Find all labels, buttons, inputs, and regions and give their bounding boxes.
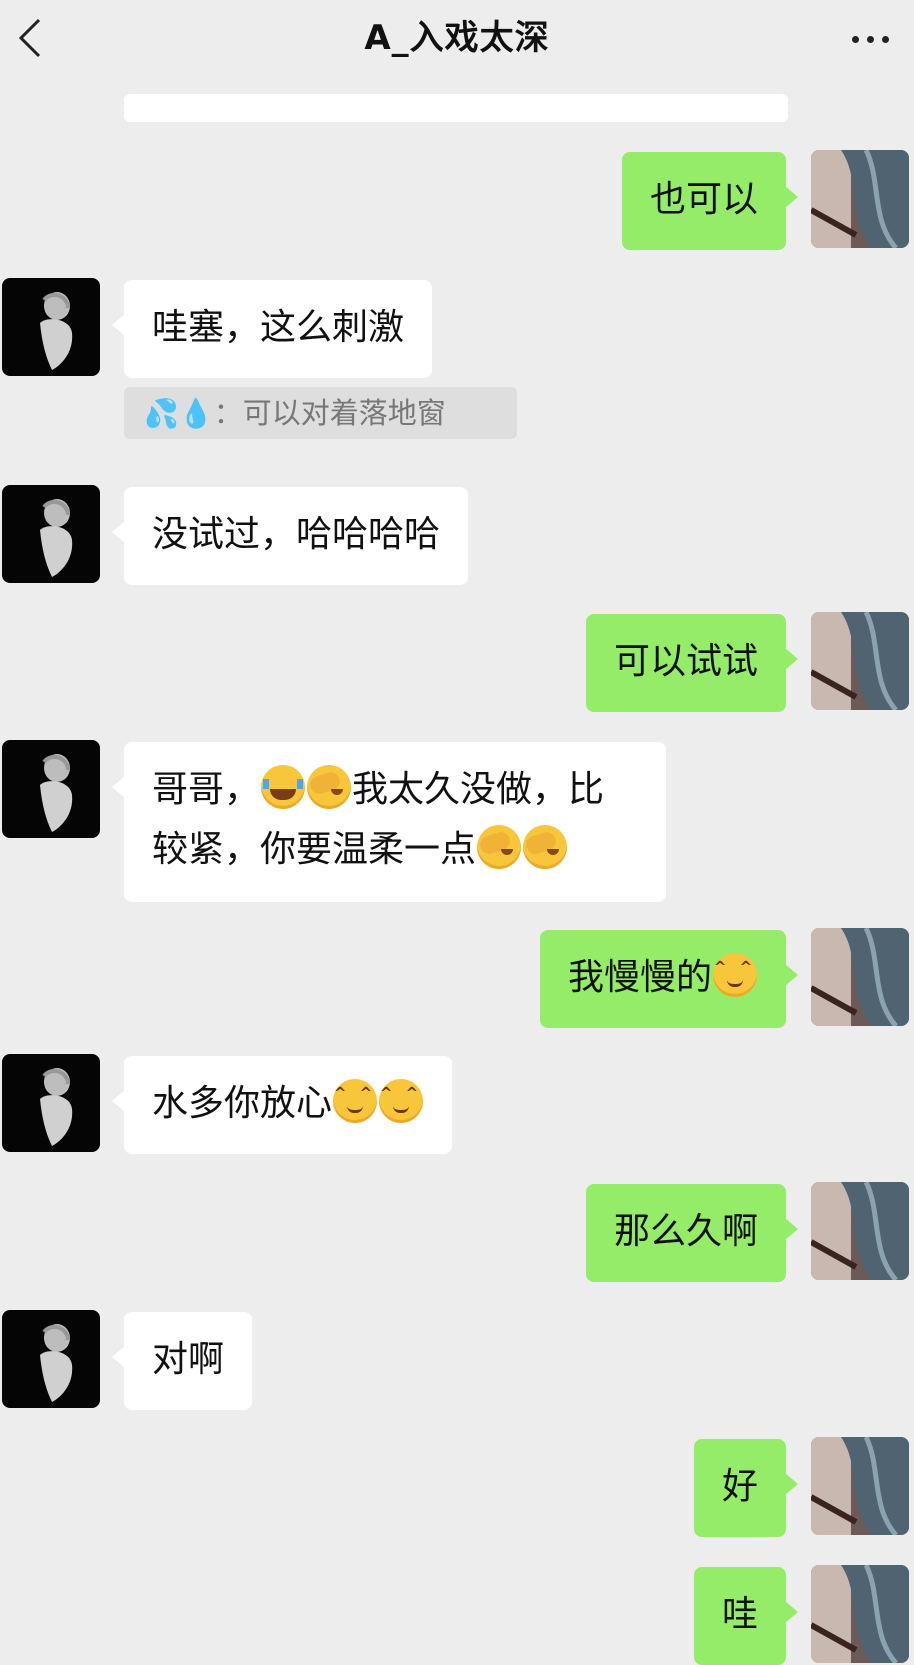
message-bubble-incoming[interactable]: 哇塞，这么刺激 bbox=[111, 280, 433, 378]
message-bubble-outgoing[interactable]: 好 bbox=[693, 1439, 799, 1537]
message-bubble-incoming[interactable]: 水多你放心 bbox=[111, 1056, 453, 1154]
contact-avatar-image bbox=[2, 1054, 100, 1152]
chat-title: A_入戏太深 bbox=[364, 18, 550, 58]
face-with-tears-of-joy-icon bbox=[261, 765, 306, 809]
contact-avatar[interactable] bbox=[2, 278, 100, 376]
user-avatar-image bbox=[811, 612, 909, 710]
message-bubble-outgoing[interactable]: 哇 bbox=[693, 1567, 799, 1665]
my-avatar[interactable] bbox=[811, 1182, 909, 1280]
message-text: 没试过，哈哈哈哈 bbox=[152, 514, 441, 555]
previous-message-fragment bbox=[124, 94, 788, 122]
my-avatar[interactable] bbox=[811, 150, 909, 248]
more-dot-icon bbox=[851, 35, 859, 43]
user-avatar-image bbox=[811, 1182, 909, 1280]
message-text: 水多你放心 bbox=[152, 1083, 333, 1124]
message-text: 较紧，你要温柔一点 bbox=[152, 829, 477, 870]
message-bubble-incoming[interactable]: 对啊 bbox=[111, 1312, 253, 1410]
message-text: 可以试试 bbox=[613, 641, 758, 682]
message-bubble-outgoing[interactable]: 那么久啊 bbox=[585, 1184, 799, 1282]
my-avatar[interactable] bbox=[811, 1565, 909, 1663]
more-options-button[interactable] bbox=[842, 24, 898, 54]
message-text: 也可以 bbox=[649, 179, 758, 220]
facepalm-icon bbox=[307, 765, 352, 809]
message-text: 哇 bbox=[721, 1594, 758, 1635]
message-text: 哥哥， bbox=[152, 769, 261, 810]
blush-face-icon bbox=[379, 1079, 424, 1123]
user-avatar-image bbox=[811, 1565, 909, 1663]
contact-avatar-image bbox=[2, 740, 100, 838]
contact-avatar[interactable] bbox=[2, 1310, 100, 1408]
contact-avatar-image bbox=[2, 1310, 100, 1408]
quoted-message[interactable]: 💦💧：可以对着落地窗 bbox=[124, 387, 517, 439]
contact-avatar-image bbox=[2, 485, 100, 583]
message-text: 我太久没做，比 bbox=[352, 769, 605, 810]
message-text: 对啊 bbox=[152, 1339, 225, 1380]
contact-avatar[interactable] bbox=[2, 485, 100, 583]
contact-avatar-image bbox=[2, 278, 100, 376]
my-avatar[interactable] bbox=[811, 612, 909, 710]
sweat-droplets-icon: 💦💧 bbox=[144, 397, 214, 430]
message-bubble-incoming[interactable]: 没试过，哈哈哈哈 bbox=[111, 487, 469, 585]
message-line-2: 较紧，你要温柔一点 bbox=[152, 820, 638, 880]
user-avatar-image bbox=[811, 928, 909, 1026]
message-text: 哇塞，这么刺激 bbox=[152, 307, 405, 348]
user-avatar-image bbox=[811, 150, 909, 248]
my-avatar[interactable] bbox=[811, 1437, 909, 1535]
message-bubble-incoming[interactable]: 哥哥， 我太久没做，比 较紧，你要温柔一点 bbox=[112, 742, 666, 902]
message-text: 好 bbox=[721, 1466, 758, 1507]
message-bubble-outgoing[interactable]: 也可以 bbox=[621, 152, 799, 250]
message-bubble-outgoing[interactable]: 我慢慢的 bbox=[539, 930, 799, 1028]
user-avatar-image bbox=[811, 1437, 909, 1535]
my-avatar[interactable] bbox=[811, 928, 909, 1026]
message-bubble-outgoing[interactable]: 可以试试 bbox=[585, 614, 799, 712]
message-text: 我慢慢的 bbox=[567, 957, 712, 998]
contact-avatar[interactable] bbox=[2, 740, 100, 838]
facepalm-icon bbox=[523, 825, 568, 869]
blush-face-icon bbox=[713, 953, 757, 997]
message-line-1: 哥哥， 我太久没做，比 bbox=[152, 760, 638, 820]
blush-face-icon bbox=[333, 1079, 378, 1123]
message-text: 那么久啊 bbox=[613, 1211, 758, 1252]
chat-header: A_入戏太深 bbox=[0, 0, 914, 80]
more-dot-icon bbox=[866, 35, 874, 43]
quote-text: ：可以对着落地窗 bbox=[213, 396, 446, 430]
contact-avatar[interactable] bbox=[2, 1054, 100, 1152]
more-dot-icon bbox=[881, 35, 889, 43]
facepalm-icon bbox=[477, 825, 522, 869]
